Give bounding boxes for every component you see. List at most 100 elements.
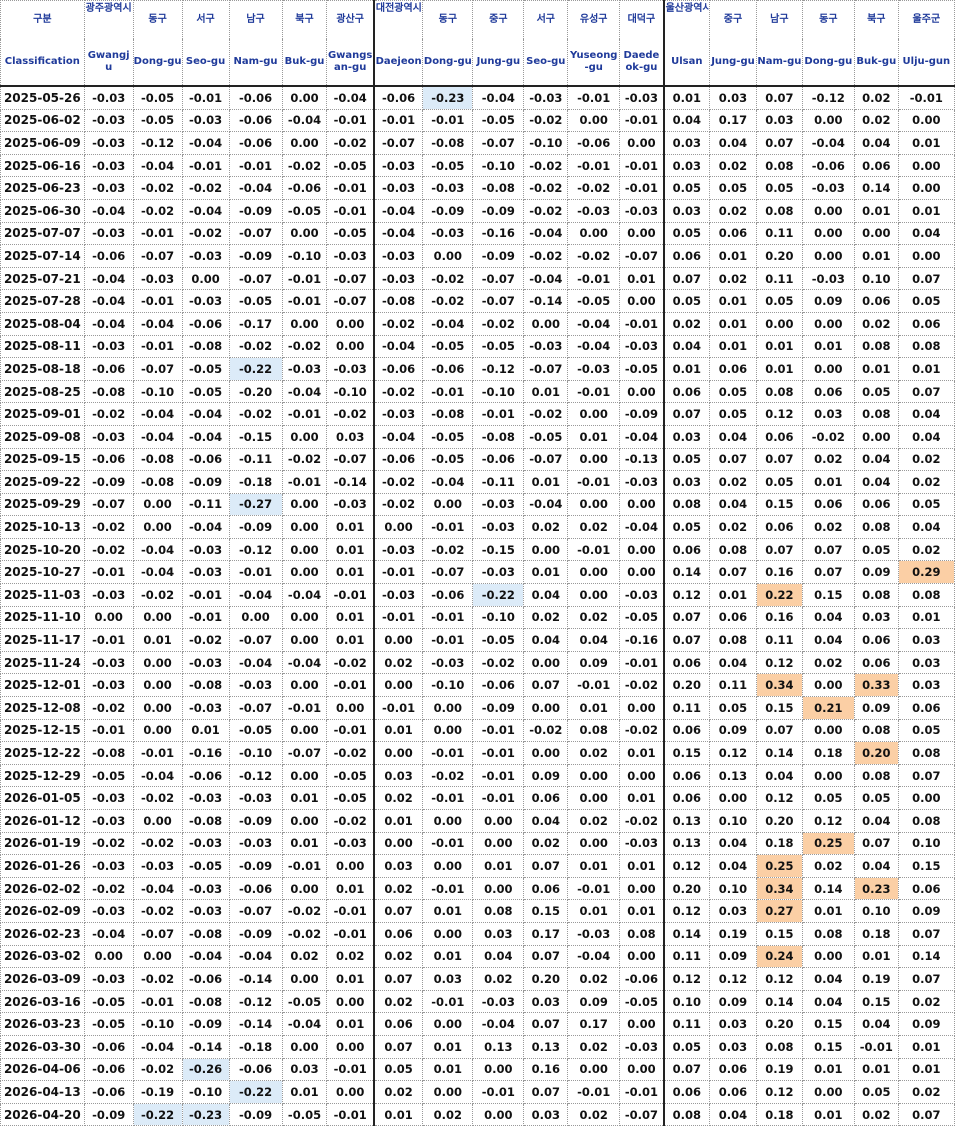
value-cell: -0.04 [132, 764, 183, 788]
table-row: 2025-07-14 -0.06 -0.07 -0.03 -0.09 -0.10 -0.03… [0, 244, 956, 268]
value-cell: -0.22 [228, 357, 283, 381]
value-cell: 0.00 [801, 109, 855, 133]
value-cell: -0.07 [422, 560, 474, 585]
value-cell: -0.05 [619, 990, 665, 1014]
value-cell: 0.07 [755, 448, 803, 472]
value-cell: -0.13 [619, 448, 665, 472]
value-cell: -0.03 [372, 538, 424, 562]
value-cell: -0.03 [619, 832, 665, 856]
table-row: 2026-03-09 -0.03 -0.02 -0.06 -0.14 0.00 0.01 0.… [0, 967, 956, 991]
value-cell: 0.01 [281, 832, 328, 856]
value-cell: -0.10 [181, 1080, 230, 1104]
value-cell: -0.05 [181, 854, 230, 878]
value-cell: 0.06 [853, 154, 899, 178]
value-cell: -0.04 [83, 267, 134, 291]
value-cell: -0.03 [567, 199, 621, 223]
value-cell: 0.04 [801, 990, 855, 1014]
value-cell: 0.04 [897, 222, 956, 246]
value-cell: 0.06 [709, 1080, 757, 1104]
value-cell: -0.01 [132, 335, 183, 359]
table-row: 2025-12-22 -0.08 -0.01 -0.16 -0.10 -0.07 -0.02… [0, 741, 956, 765]
value-cell: 0.07 [523, 1080, 569, 1104]
value-cell: 0.02 [567, 741, 621, 765]
column-header-ko: 울주군 [897, 0, 956, 39]
column-header-ko: 중구 [709, 0, 757, 39]
value-cell: 0.07 [897, 267, 956, 291]
value-cell: 0.00 [472, 877, 525, 901]
value-cell: -0.02 [422, 267, 474, 291]
value-cell: 0.02 [709, 154, 757, 178]
value-cell: 0.00 [472, 809, 525, 833]
table-row: 2026-04-20 -0.09 -0.22 -0.23 -0.09 -0.05 -0.01… [0, 1103, 956, 1126]
value-cell: 0.00 [132, 493, 183, 517]
value-cell: 0.12 [755, 786, 803, 810]
value-cell: 0.04 [709, 425, 757, 449]
value-cell: -0.02 [619, 673, 665, 698]
value-cell: -0.04 [181, 515, 230, 539]
value-cell: 0.02 [372, 990, 424, 1014]
value-cell: 0.05 [897, 493, 956, 517]
value-cell: 0.09 [709, 990, 757, 1014]
value-cell: 0.09 [567, 990, 621, 1014]
value-cell: -0.01 [372, 109, 424, 133]
value-cell: -0.05 [472, 109, 525, 133]
table-row: 2025-08-18 -0.06 -0.07 -0.05 -0.22 -0.03 -0.03… [0, 357, 956, 381]
value-cell: -0.05 [422, 335, 474, 359]
value-cell: -0.08 [422, 131, 474, 155]
value-cell: -0.02 [372, 493, 424, 517]
value-cell: -0.04 [422, 312, 474, 336]
value-cell: -0.02 [372, 470, 424, 494]
table-row: 2025-06-02 -0.03 -0.05 -0.03 -0.06 -0.04 -0.01… [0, 109, 956, 133]
value-cell: -0.15 [228, 425, 283, 449]
value-cell: -0.05 [422, 154, 474, 178]
value-cell: 0.14 [853, 176, 899, 200]
value-cell: 0.01 [801, 899, 855, 923]
value-cell: 0.02 [567, 1103, 621, 1126]
value-cell: -0.03 [422, 176, 474, 200]
value-cell: 0.07 [897, 922, 956, 946]
value-cell: 0.07 [662, 628, 710, 652]
value-cell: -0.03 [181, 786, 230, 810]
value-cell: -0.01 [567, 380, 621, 404]
value-cell: 0.03 [372, 764, 424, 788]
value-cell: 0.05 [662, 448, 710, 472]
value-cell: -0.04 [228, 945, 283, 969]
value-cell: 0.03 [709, 899, 757, 923]
value-cell: -0.05 [472, 335, 525, 359]
value-cell: -0.03 [181, 560, 230, 585]
value-cell: 0.02 [853, 312, 899, 336]
column-header-en: Ulju-gun [897, 39, 956, 87]
value-cell: -0.04 [281, 583, 328, 607]
value-cell: 0.00 [801, 244, 855, 268]
value-cell: 0.00 [326, 854, 375, 878]
value-cell: -0.06 [372, 357, 424, 381]
value-cell: 0.01 [372, 809, 424, 833]
value-cell: 0.00 [372, 673, 424, 698]
value-cell: 0.07 [801, 538, 855, 562]
value-cell: 0.02 [709, 267, 757, 291]
value-cell: -0.01 [132, 222, 183, 246]
value-cell: 0.34 [755, 877, 803, 901]
value-cell: 0.03 [897, 651, 956, 675]
value-cell: 0.23 [853, 877, 899, 901]
value-cell: 0.07 [897, 380, 956, 404]
value-cell: 0.01 [619, 899, 665, 923]
value-cell: -0.04 [567, 312, 621, 336]
value-cell: 0.03 [523, 990, 569, 1014]
value-cell: 0.00 [567, 764, 621, 788]
value-cell: -0.04 [181, 131, 230, 155]
value-cell: -0.01 [567, 267, 621, 291]
value-cell: -0.06 [228, 86, 283, 110]
value-cell: -0.04 [472, 86, 525, 110]
value-cell: 0.00 [326, 1035, 375, 1059]
column-header-en: Seo-gu [181, 39, 230, 87]
value-cell: 0.06 [709, 357, 757, 381]
value-cell: 0.01 [326, 628, 375, 652]
value-cell: -0.01 [422, 606, 474, 630]
value-cell: 0.01 [132, 628, 183, 652]
value-cell: -0.16 [181, 741, 230, 765]
value-cell: 0.04 [755, 764, 803, 788]
value-cell: -0.05 [132, 86, 183, 110]
value-cell: 0.00 [422, 719, 474, 743]
value-cell: 0.00 [567, 493, 621, 517]
